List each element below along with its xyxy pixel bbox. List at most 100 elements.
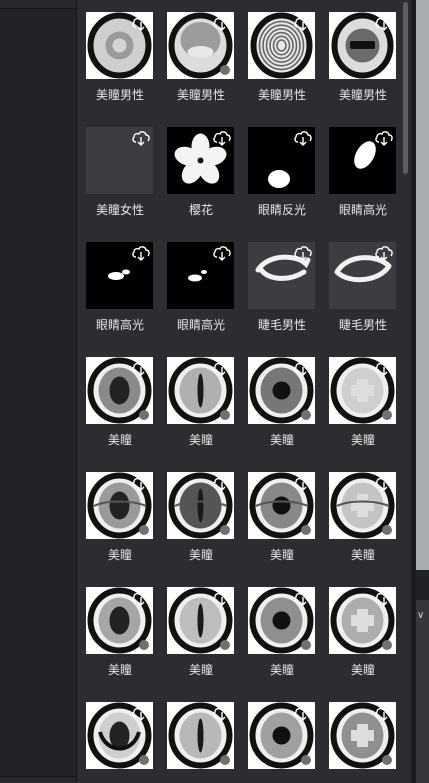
cloud-download-icon[interactable] xyxy=(293,474,313,492)
asset-thumbnail[interactable] xyxy=(86,702,153,769)
asset-tile[interactable]: 美瞳 xyxy=(158,460,239,572)
cloud-download-icon[interactable] xyxy=(212,704,232,722)
cloud-download-icon[interactable] xyxy=(212,474,232,492)
asset-thumbnail[interactable] xyxy=(86,242,153,309)
asset-tile[interactable] xyxy=(239,690,320,783)
asset-label: 美瞳女性 xyxy=(95,203,144,217)
asset-thumbnail[interactable] xyxy=(167,472,234,539)
asset-thumbnail[interactable] xyxy=(167,357,234,424)
cloud-download-icon[interactable] xyxy=(293,704,313,722)
cloud-download-icon[interactable] xyxy=(212,14,232,32)
cloud-download-icon[interactable] xyxy=(374,474,394,492)
asset-tile[interactable]: 睫毛男性 xyxy=(239,230,320,342)
asset-label: 睫毛男性 xyxy=(257,318,306,332)
cloud-download-icon[interactable] xyxy=(374,129,394,147)
asset-thumbnail[interactable] xyxy=(248,12,315,79)
cloud-download-icon[interactable] xyxy=(131,14,151,32)
asset-tile[interactable]: 眼睛高光 xyxy=(320,115,401,227)
cloud-download-icon[interactable] xyxy=(131,589,151,607)
cloud-download-icon[interactable] xyxy=(212,129,232,147)
asset-tile[interactable]: 美瞳 xyxy=(320,575,401,687)
asset-thumbnail[interactable] xyxy=(167,702,234,769)
asset-tile[interactable]: 美瞳 xyxy=(77,575,158,687)
cloud-download-icon[interactable] xyxy=(131,244,151,262)
asset-tile[interactable]: 美瞳 xyxy=(158,575,239,687)
cloud-download-icon[interactable] xyxy=(374,359,394,377)
chevron-down-icon[interactable]: ∨ xyxy=(417,610,424,621)
asset-thumbnail[interactable] xyxy=(167,127,234,194)
cloud-download-icon[interactable] xyxy=(374,589,394,607)
cloud-download-icon[interactable] xyxy=(131,704,151,722)
asset-thumbnail[interactable] xyxy=(248,702,315,769)
asset-tile[interactable]: 美瞳 xyxy=(239,345,320,457)
asset-thumbnail[interactable] xyxy=(329,357,396,424)
asset-thumbnail[interactable] xyxy=(329,702,396,769)
asset-thumbnail[interactable] xyxy=(86,12,153,79)
asset-thumbnail[interactable] xyxy=(248,472,315,539)
cloud-download-icon[interactable] xyxy=(293,589,313,607)
asset-tile[interactable]: 睫毛男性 xyxy=(320,230,401,342)
asset-tile[interactable]: 美瞳 xyxy=(77,460,158,572)
asset-thumbnail[interactable] xyxy=(248,357,315,424)
asset-tile[interactable]: 美瞳 xyxy=(320,345,401,457)
asset-tile[interactable]: 美瞳男性 xyxy=(239,0,320,112)
asset-tile[interactable]: 美瞳男性 xyxy=(77,0,158,112)
vertical-scrollbar[interactable] xyxy=(402,0,409,783)
cloud-download-icon[interactable] xyxy=(212,359,232,377)
asset-thumbnail[interactable] xyxy=(86,587,153,654)
cloud-download-icon[interactable] xyxy=(374,704,394,722)
asset-label: 樱花 xyxy=(188,203,213,217)
asset-label: 美瞳 xyxy=(188,433,213,447)
asset-tile[interactable]: 美瞳男性 xyxy=(320,0,401,112)
cloud-download-icon[interactable] xyxy=(293,14,313,32)
asset-tile[interactable]: 美瞳 xyxy=(320,460,401,572)
asset-thumbnail[interactable] xyxy=(167,12,234,79)
cloud-download-icon[interactable] xyxy=(212,244,232,262)
asset-thumbnail[interactable] xyxy=(329,127,396,194)
asset-tile[interactable]: 樱花 xyxy=(158,115,239,227)
cloud-download-icon[interactable] xyxy=(293,129,313,147)
asset-tile[interactable]: 美瞳女性 xyxy=(77,115,158,227)
asset-tile[interactable]: 眼睛反光 xyxy=(239,115,320,227)
asset-thumbnail[interactable] xyxy=(167,242,234,309)
asset-thumbnail[interactable] xyxy=(329,242,396,309)
asset-thumbnail[interactable] xyxy=(248,127,315,194)
asset-thumbnail[interactable] xyxy=(329,12,396,79)
asset-thumbnail[interactable] xyxy=(248,242,315,309)
asset-thumbnail[interactable] xyxy=(248,587,315,654)
asset-thumbnail[interactable] xyxy=(86,127,153,194)
asset-tile[interactable] xyxy=(77,690,158,783)
asset-thumbnail[interactable] xyxy=(86,472,153,539)
asset-thumbnail[interactable] xyxy=(329,587,396,654)
asset-tile[interactable]: 美瞳 xyxy=(239,460,320,572)
asset-tile[interactable]: 眼睛高光 xyxy=(158,230,239,342)
asset-label: 眼睛高光 xyxy=(95,318,144,332)
asset-tile[interactable]: 眼睛高光 xyxy=(77,230,158,342)
asset-label: 美瞳 xyxy=(350,548,375,562)
cloud-download-icon[interactable] xyxy=(374,244,394,262)
asset-label: 美瞳 xyxy=(350,433,375,447)
cloud-download-icon[interactable] xyxy=(131,129,151,147)
asset-tile[interactable]: 美瞳 xyxy=(239,575,320,687)
asset-tile[interactable]: 美瞳男性 xyxy=(158,0,239,112)
cloud-download-icon[interactable] xyxy=(374,14,394,32)
right-edge-panel: ∨ xyxy=(411,0,429,783)
cloud-download-icon[interactable] xyxy=(131,474,151,492)
cloud-download-icon[interactable] xyxy=(212,589,232,607)
asset-tile[interactable]: 美瞳 xyxy=(77,345,158,457)
asset-label: 眼睛高光 xyxy=(338,203,387,217)
cloud-download-icon[interactable] xyxy=(293,359,313,377)
asset-tile[interactable] xyxy=(320,690,401,783)
cloud-download-icon[interactable] xyxy=(293,244,313,262)
asset-tile[interactable]: 美瞳 xyxy=(158,345,239,457)
asset-label: 睫毛男性 xyxy=(338,318,387,332)
asset-label: 美瞳 xyxy=(350,663,375,677)
asset-label: 美瞳男性 xyxy=(257,88,306,102)
asset-thumbnail[interactable] xyxy=(167,587,234,654)
asset-thumbnail[interactable] xyxy=(86,357,153,424)
asset-thumbnail[interactable] xyxy=(329,472,396,539)
scrollbar-thumb[interactable] xyxy=(403,2,408,174)
right-edge-gap xyxy=(416,570,429,600)
asset-tile[interactable] xyxy=(158,690,239,783)
cloud-download-icon[interactable] xyxy=(131,359,151,377)
